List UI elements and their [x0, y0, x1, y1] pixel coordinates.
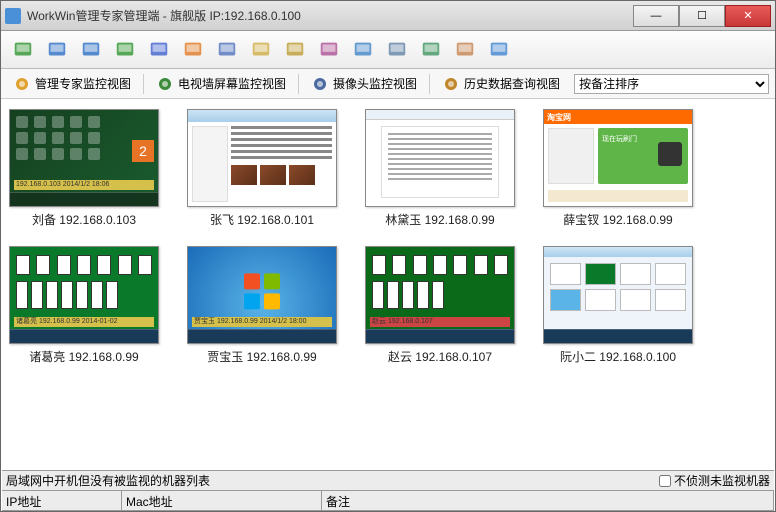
monitor-green-icon[interactable]: [9, 36, 37, 64]
view-tabs-bar: 管理专家监控视图 电视墙屏幕监控视图 摄像头监控视图 历史数据查询视图 按备注排序: [1, 69, 775, 99]
col-ip[interactable]: IP地址: [2, 491, 122, 510]
book-green-icon[interactable]: [417, 36, 445, 64]
close-button[interactable]: ✕: [725, 5, 771, 27]
sort-select[interactable]: 按备注排序: [574, 74, 769, 94]
thumbnail-screenshot: 淘宝网现在玩刷门: [543, 109, 693, 207]
thumbnail-item[interactable]: 阮小二 192.168.0.100: [543, 246, 693, 365]
no-detect-checkbox[interactable]: [659, 475, 671, 487]
display-icon[interactable]: [213, 36, 241, 64]
view-tab-3[interactable]: 历史数据查询视图: [436, 72, 566, 96]
maximize-button[interactable]: ☐: [679, 5, 725, 27]
thumbnail-item[interactable]: 诸葛亮 192.168.0.99 2014-01-02 诸葛亮 192.168.…: [9, 246, 159, 365]
col-remark[interactable]: 备注: [322, 491, 774, 510]
thumbnail-screenshot: 诸葛亮 192.168.0.99 2014-01-02: [9, 246, 159, 344]
thumbnail-screenshot: [365, 109, 515, 207]
magnifier-icon: [13, 75, 31, 93]
thumbnail-item[interactable]: 2192.168.0.103 2014/1/2 18:06 刘备 192.168…: [9, 109, 159, 228]
view-tab-label: 摄像头监控视图: [333, 75, 417, 92]
thumbnail-screenshot: 贾宝玉 192.168.0.99 2014/1/2 18:00: [187, 246, 337, 344]
history-icon: [442, 75, 460, 93]
chart-pie-icon[interactable]: [315, 36, 343, 64]
app-icon: [5, 8, 21, 24]
window-controls: — ☐ ✕: [633, 5, 771, 27]
thumbnail-label: 张飞 192.168.0.101: [210, 211, 314, 228]
window-title: WorkWin管理专家管理端 - 旗舰版 IP:192.168.0.100: [27, 7, 633, 24]
unmonitored-panel: 局域网中开机但没有被监视的机器列表 不侦测未监视机器 IP地址 Mac地址 备注: [2, 470, 774, 511]
unmonitored-columns: IP地址 Mac地址 备注: [2, 491, 774, 511]
view-tab-label: 历史数据查询视图: [464, 75, 560, 92]
no-detect-checkbox-label[interactable]: 不侦测未监视机器: [659, 472, 770, 489]
disc-icon[interactable]: [383, 36, 411, 64]
thumbnail-label: 薛宝钗 192.168.0.99: [563, 211, 672, 228]
globe-icon[interactable]: [43, 36, 71, 64]
link-blue-icon[interactable]: [349, 36, 377, 64]
thumbnail-item[interactable]: 赵云 192.168.0.107 赵云 192.168.0.107: [365, 246, 515, 365]
thumbnail-label: 林黛玉 192.168.0.99: [385, 211, 494, 228]
camera-icon: [311, 75, 329, 93]
view-tab-label: 电视墙屏幕监控视图: [178, 75, 286, 92]
thumbnail-label: 贾宝玉 192.168.0.99: [207, 348, 316, 365]
mail-open-icon[interactable]: [247, 36, 275, 64]
thumbnail-label: 赵云 192.168.0.107: [388, 348, 492, 365]
col-mac[interactable]: Mac地址: [122, 491, 322, 510]
thumbnail-item[interactable]: 淘宝网现在玩刷门 薛宝钗 192.168.0.99: [543, 109, 693, 228]
screen-dual-icon[interactable]: [77, 36, 105, 64]
users-green-icon[interactable]: [111, 36, 139, 64]
main-toolbar: [1, 31, 775, 69]
thumbnail-screenshot: 赵云 192.168.0.107: [365, 246, 515, 344]
view-tab-0[interactable]: 管理专家监控视图: [7, 72, 137, 96]
minimize-button[interactable]: —: [633, 5, 679, 27]
thumbnail-grid-area: 2192.168.0.103 2014/1/2 18:06 刘备 192.168…: [1, 99, 775, 449]
mail-send-icon[interactable]: [281, 36, 309, 64]
view-tab-1[interactable]: 电视墙屏幕监控视图: [150, 72, 292, 96]
titlebar: WorkWin管理专家管理端 - 旗舰版 IP:192.168.0.100 — …: [1, 1, 775, 31]
thumbnail-label: 诸葛亮 192.168.0.99: [29, 348, 138, 365]
help-icon[interactable]: [485, 36, 513, 64]
view-tab-label: 管理专家监控视图: [35, 75, 131, 92]
thumbnail-item[interactable]: 林黛玉 192.168.0.99: [365, 109, 515, 228]
app-blue-icon[interactable]: [145, 36, 173, 64]
sort-select-wrap: 按备注排序: [574, 74, 769, 94]
thumbnail-screenshot: [187, 109, 337, 207]
window-orange-icon[interactable]: [179, 36, 207, 64]
contacts-icon[interactable]: [451, 36, 479, 64]
view-tab-2[interactable]: 摄像头监控视图: [305, 72, 423, 96]
tv-wall-icon: [156, 75, 174, 93]
thumbnail-label: 刘备 192.168.0.103: [32, 211, 136, 228]
thumbnail-item[interactable]: 贾宝玉 192.168.0.99 2014/1/2 18:00 贾宝玉 192.…: [187, 246, 337, 365]
thumbnail-item[interactable]: 张飞 192.168.0.101: [187, 109, 337, 228]
thumbnail-screenshot: [543, 246, 693, 344]
unmonitored-header: 局域网中开机但没有被监视的机器列表: [6, 472, 659, 489]
thumbnail-screenshot: 2192.168.0.103 2014/1/2 18:06: [9, 109, 159, 207]
thumbnail-label: 阮小二 192.168.0.100: [560, 348, 676, 365]
